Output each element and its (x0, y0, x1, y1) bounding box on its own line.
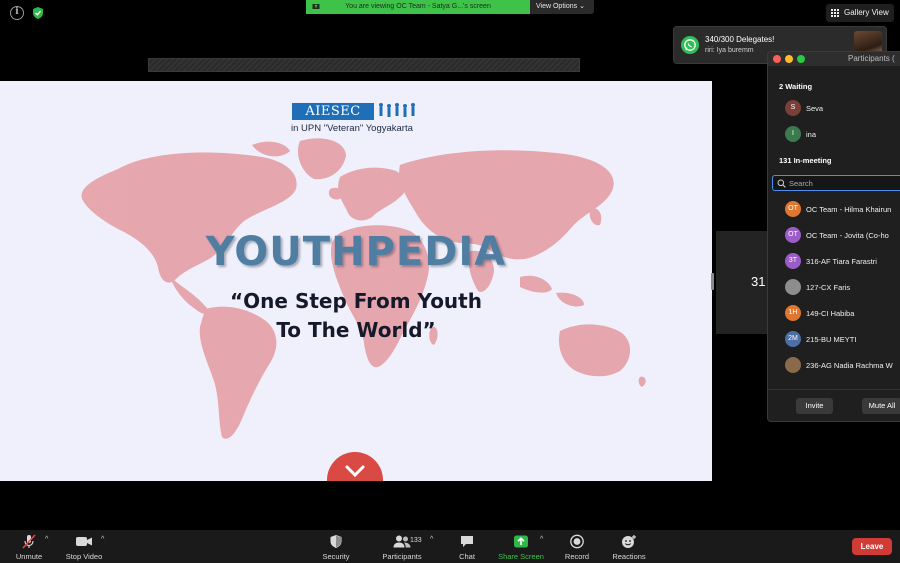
avatar: 2M (785, 331, 801, 347)
record-label: Record (564, 552, 590, 561)
reactions-label: Reactions (612, 552, 646, 561)
audio-options-caret[interactable]: ^ (45, 536, 48, 543)
participants-options-caret[interactable]: ^ (430, 536, 433, 543)
participant-name: 149-CI Habiba (806, 309, 855, 318)
waiting-section-label: 2 Waiting (779, 82, 813, 91)
share-screen-label: Share Screen (498, 552, 544, 561)
screen-share-placeholder-bar (148, 58, 580, 72)
participant-row[interactable]: OT OC Team - Jovita (Co-ho (768, 224, 900, 246)
mute-all-button[interactable]: Mute All (862, 398, 900, 414)
video-options-caret[interactable]: ^ (101, 536, 104, 543)
participants-label: Participants (382, 552, 422, 561)
slide-tagline-line1: “One Step From Youth (230, 289, 482, 313)
shared-screen-slide: AIESEC in UPN "Veteran" Yogyakarta YOUTH… (0, 81, 712, 481)
participant-video-tile[interactable]: 31 (716, 231, 768, 334)
share-screen-icon (514, 535, 528, 548)
participant-row[interactable]: 2M 215-BU MEYTI (768, 328, 900, 350)
unmute-label: Unmute (15, 552, 43, 561)
notification-body: riri: Iya buremm (705, 47, 754, 54)
avatar: 3T (785, 253, 801, 269)
participant-name: 236-AG Nadia Rachma W (806, 361, 893, 370)
aiesec-logo: AIESEC (292, 103, 374, 120)
meeting-toolbar: Unmute ^ Stop Video ^ Security Participa… (0, 530, 900, 563)
grid-icon (831, 9, 839, 17)
participant-name: 127-CX Faris (806, 283, 851, 292)
screen-share-banner: You are viewing OC Team - Satya G...'s s… (306, 0, 530, 14)
logo-subtitle: in UPN "Veteran" Yogyakarta (291, 123, 413, 134)
smiley-plus-icon (622, 535, 636, 548)
participant-row[interactable]: 1H 149-CI Habiba (768, 302, 900, 324)
slide-headline: YOUTHPEDIA (205, 229, 507, 275)
avatar: OT (785, 201, 801, 217)
share-banner-text: You are viewing OC Team - Satya G...'s s… (345, 3, 491, 10)
security-shield-icon (330, 535, 342, 548)
avatar: 1H (785, 305, 801, 321)
participants-icon (393, 535, 411, 548)
chevron-down-icon: ⌄ (579, 3, 585, 10)
gallery-view-label: Gallery View (844, 8, 889, 17)
split-drag-handle[interactable] (711, 273, 714, 290)
participant-name: 316-AF Tiara Farastri (806, 257, 877, 266)
participant-search-box[interactable] (772, 175, 900, 191)
share-options-caret[interactable]: ^ (540, 536, 543, 543)
search-icon (777, 179, 786, 188)
participant-name: 215-BU MEYTI (806, 335, 857, 344)
participant-name: OC Team - Jovita (Co-ho (806, 231, 889, 240)
reactions-button[interactable]: Reactions (610, 530, 648, 563)
security-button[interactable]: Security (316, 530, 356, 563)
video-tile-label: 31 (751, 274, 766, 289)
share-screen-small-icon (312, 4, 320, 9)
waiting-item[interactable]: I ina (768, 122, 900, 146)
notification-title: 340/300 Delegates! (705, 35, 775, 44)
maximize-window-button[interactable] (797, 55, 805, 63)
panel-titlebar: Participants ( (768, 52, 900, 66)
waiting-name: ina (806, 130, 817, 139)
avatar: OT (785, 227, 801, 243)
unmute-button[interactable]: Unmute (8, 530, 50, 563)
avatar (785, 357, 801, 373)
record-icon (570, 534, 584, 549)
info-icon[interactable]: i (10, 6, 24, 20)
chevron-down-icon (345, 465, 365, 478)
panel-title: Participants ( (848, 54, 895, 63)
whatsapp-icon (681, 36, 699, 54)
participants-button[interactable]: Participants (378, 530, 426, 563)
close-window-button[interactable] (773, 55, 781, 63)
share-screen-button[interactable]: Share Screen (496, 530, 546, 563)
participant-row[interactable]: 127-CX Faris (768, 276, 900, 298)
in-meeting-section-label: 131 In-meeting (779, 156, 832, 165)
stop-video-label: Stop Video (65, 552, 103, 561)
avatar: S (785, 100, 801, 116)
view-options-label: View Options (536, 3, 578, 10)
minimize-window-button[interactable] (785, 55, 793, 63)
aiesec-people-graphic (379, 103, 415, 117)
slide-tagline-line2: To The World” (276, 318, 436, 342)
record-button[interactable]: Record (561, 530, 593, 563)
world-map (81, 138, 646, 439)
video-camera-icon (76, 537, 92, 546)
chat-button[interactable]: Chat (452, 530, 482, 563)
waiting-name: Seva (806, 104, 824, 113)
security-label: Security (322, 552, 350, 561)
invite-button[interactable]: Invite (796, 398, 833, 414)
participants-count: 133 (410, 537, 422, 544)
stop-video-button[interactable]: Stop Video (62, 530, 106, 563)
chat-bubble-icon (461, 536, 473, 547)
participants-panel: Participants ( 2 Waiting S Seva I ina 13… (767, 51, 900, 422)
participant-row[interactable]: 236-AG Nadia Rachma W (768, 354, 900, 376)
participant-row[interactable]: OT OC Team - Hilma Khairun (768, 198, 900, 220)
chat-label: Chat (459, 552, 475, 561)
gallery-view-button[interactable]: Gallery View (826, 4, 894, 22)
waiting-item[interactable]: S Seva (768, 96, 900, 120)
avatar: I (785, 126, 801, 142)
leave-meeting-button[interactable]: Leave (852, 538, 892, 555)
avatar (785, 279, 801, 295)
muted-microphone-icon (22, 534, 36, 549)
search-input[interactable] (789, 177, 899, 189)
participant-row[interactable]: 3T 316-AF Tiara Farastri (768, 250, 900, 272)
participant-name: OC Team - Hilma Khairun (806, 205, 892, 214)
panel-footer: Invite Mute All (768, 389, 900, 421)
view-options-button[interactable]: View Options ⌄ (530, 0, 594, 14)
encryption-shield-icon[interactable] (31, 6, 45, 20)
